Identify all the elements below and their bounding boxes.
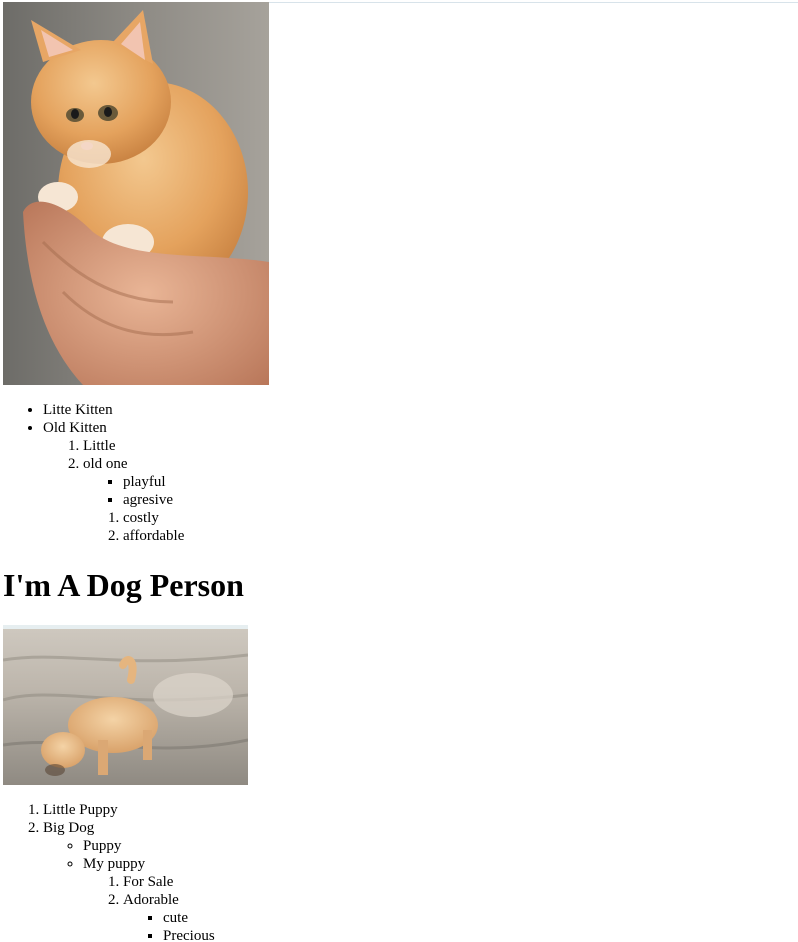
page-heading: I'm A Dog Person — [3, 567, 244, 603]
list-item-label: old one — [83, 456, 128, 472]
list-item: Little — [83, 437, 443, 455]
puppy-image — [3, 625, 248, 785]
list-item: affordable — [123, 527, 443, 545]
kitten-trait-list: playful agresive — [83, 473, 443, 509]
list-item: Little Puppy — [43, 801, 443, 819]
puppy-list: Little Puppy Big Dog Puppy My puppy For … — [3, 801, 443, 942]
kitten-image — [3, 2, 269, 385]
dog-sublist: Puppy My puppy For Sale Adorable cute Pr… — [43, 837, 443, 942]
kitten-price-list: costly affordable — [83, 509, 443, 545]
list-item-label: Adorable — [123, 892, 179, 908]
list-item-label: Old Kitten — [43, 420, 107, 436]
list-item: agresive — [123, 491, 443, 509]
puppy-status-list: For Sale Adorable cute Precious — [83, 873, 443, 942]
list-item: For Sale — [123, 873, 443, 891]
list-item: playful — [123, 473, 443, 491]
list-item-label: My puppy — [83, 856, 146, 872]
list-item: Puppy — [83, 837, 443, 855]
list-item: old one playful agresive costly affordab… — [83, 455, 443, 545]
kitten-sublist: Little old one playful agresive costly a… — [43, 437, 443, 545]
list-item: costly — [123, 509, 443, 527]
list-item: Adorable cute Precious — [123, 891, 443, 942]
kitten-list: Litte Kitten Old Kitten Little old one p… — [3, 401, 443, 545]
list-item: cute — [163, 909, 443, 927]
list-item: Precious — [163, 927, 443, 942]
list-item-label: Big Dog — [43, 820, 95, 836]
puppy-trait-list: cute Precious — [123, 909, 443, 942]
top-border-line — [269, 2, 798, 3]
list-item: Big Dog Puppy My puppy For Sale Adorable… — [43, 819, 443, 942]
list-item: Old Kitten Little old one playful agresi… — [43, 419, 443, 545]
list-item: Litte Kitten — [43, 401, 443, 419]
list-item: My puppy For Sale Adorable cute Precious — [83, 855, 443, 942]
